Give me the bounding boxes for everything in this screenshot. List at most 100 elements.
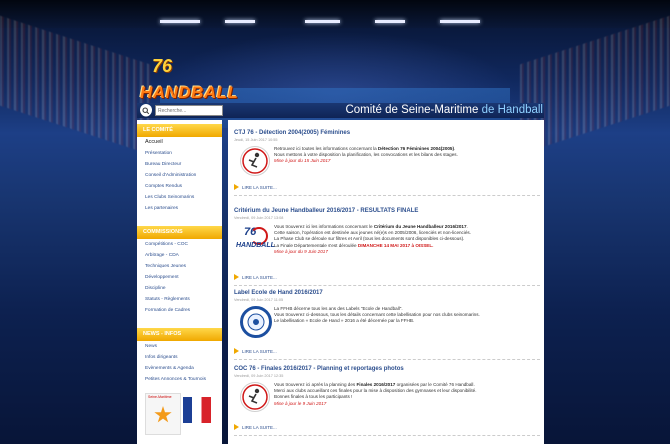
article-divider	[234, 195, 540, 196]
sidebar-item-bureau[interactable]: Bureau Directeur	[137, 159, 222, 170]
arrow-right-icon	[234, 274, 239, 280]
site-title-part: Comité	[345, 104, 382, 116]
label-ecole-badge	[240, 306, 272, 338]
sidebar-item-developpement[interactable]: Développement	[137, 272, 222, 283]
arrow-right-icon	[234, 184, 239, 190]
article-text: Vous trouverez ici les informations conc…	[274, 224, 534, 255]
article-text-part: Vous trouverez ici les informations conc…	[274, 224, 374, 229]
read-more-link[interactable]: LIRE LA SUITE...	[234, 424, 540, 430]
seine-maritime-logo[interactable]: Seine-Maritime	[145, 393, 181, 435]
article-text-part: Nous mettons à votre disposition la plan…	[274, 152, 458, 158]
read-more-label: LIRE LA SUITE...	[242, 424, 277, 430]
sidebar-item-infos[interactable]: Infos dirigeants	[137, 352, 222, 363]
arrow-right-icon	[234, 424, 239, 430]
stadium-light	[440, 20, 480, 23]
sidebar-item-discipline[interactable]: Discipline	[137, 283, 222, 294]
article-date: Vendredi, 09 Juin 2017 13:08	[234, 216, 284, 220]
sidebar-item-statuts[interactable]: Statuts - Règlements	[137, 294, 222, 305]
article-title[interactable]: CTJ 76 - Détection 2004(2005) Féminines	[234, 130, 540, 136]
sidebar-heading: NEWS - INFOS	[137, 328, 222, 341]
news-article: Label Ecole de Hand 2016/2017 Vendredi, …	[234, 290, 540, 360]
sidebar-item-presentation[interactable]: Présentation	[137, 148, 222, 159]
article-text: La FFHB décerne tous les ans des Labels …	[274, 306, 534, 325]
sidebar-item-coc[interactable]: Compétitions - COC	[137, 239, 222, 250]
sidebar-item-news[interactable]: News	[137, 341, 222, 352]
sidebar-item-annonces[interactable]: Petites Annonces & Tournois	[137, 374, 222, 385]
main-content: CTJ 76 - Détection 2004(2005) Féminines …	[228, 120, 544, 444]
arrow-right-icon	[234, 348, 239, 354]
article-text-red: DIMANCHE 14 MAI 2017 à OISSEL.	[357, 242, 434, 248]
article-divider	[234, 435, 540, 436]
article-text: Vous trouverez ici après la planning des…	[274, 382, 534, 407]
article-title[interactable]: Critérium du Jeune Handballeur 2016/2017…	[234, 208, 540, 214]
article-date: Vendredi, 09 Juin 2017 12:35	[234, 374, 284, 378]
sidebar-item-partenaires[interactable]: Les partenaires	[137, 203, 222, 214]
article-divider	[234, 285, 540, 286]
article-update: Mise à jour du 9 Juin 2017	[274, 248, 328, 254]
read-more-link[interactable]: LIRE LA SUITE...	[234, 274, 540, 280]
news-article: CTJ 76 - Détection 2004(2005) Féminines …	[234, 130, 540, 196]
article-text-part: La Finale Départementale s'est déroulée	[274, 242, 358, 248]
republique-francaise-logo[interactable]	[183, 397, 211, 423]
stadium-light	[160, 20, 200, 23]
news-article: COC 76 - Finales 2016/2017 - Planning et…	[234, 366, 540, 436]
stadium-light	[225, 20, 255, 23]
sidebar-item-cda[interactable]: Arbitrage - CDA	[137, 250, 222, 261]
article-text-part: Vous trouverez ci-dessous, tous les déta…	[274, 312, 480, 318]
search-input[interactable]	[155, 105, 223, 116]
article-text-part: La FFHB décerne tous les ans des Labels …	[274, 306, 403, 311]
article-text-bold: Finales 2016/2017	[356, 382, 396, 387]
site-title: Comité de Seine-Maritime de Handball	[345, 104, 543, 116]
seine-maritime-caption: Seine-Maritime	[148, 395, 172, 399]
article-text-bold: Critérium du Jeune Handballeur 2016/2017	[373, 224, 467, 229]
sidebar-item-techniques[interactable]: Techniques Jeunes	[137, 261, 222, 272]
stadium-light	[375, 20, 405, 23]
article-divider	[234, 359, 540, 360]
stadium-light	[305, 20, 340, 23]
read-more-link[interactable]: LIRE LA SUITE...	[234, 348, 540, 354]
article-date: Vendredi, 09 Juin 2017 11:05	[234, 298, 284, 302]
article-thumbnail	[240, 382, 270, 412]
handball-76-logo: 76 HANDBALL	[236, 224, 275, 254]
news-article: Critérium du Jeune Handballeur 2016/2017…	[234, 208, 540, 286]
sidebar-heading: COMMISSIONS	[137, 226, 222, 239]
article-date: Jeudi, 15 Juin 2017 10:55	[234, 138, 278, 142]
article-text-part: Le labellisation « Ecole de Hand » 2016 …	[274, 318, 415, 324]
article-text-bold: Détection 76 Féminines 2004(2005)	[377, 146, 455, 151]
sidebar-item-evenements[interactable]: Evènements & Agenda	[137, 363, 222, 374]
article-update: Mise à jour du 15 Juin 2017	[274, 158, 331, 164]
sidebar: LE COMITÉ Accueil Présentation Bureau Di…	[137, 120, 222, 444]
arena-roof	[0, 0, 670, 28]
site-title-highlight: de Handball	[481, 104, 543, 116]
search-icon[interactable]	[140, 104, 152, 117]
article-body: 76 HANDBALL Vous trouverez ici les infor…	[234, 224, 540, 274]
sidebar-item-conseil[interactable]: Conseil d'Administration	[137, 170, 222, 181]
logo-number[interactable]: 76	[152, 56, 172, 77]
article-body: Vous trouverez ici après la planning des…	[234, 382, 540, 424]
read-more-link[interactable]: LIRE LA SUITE...	[234, 184, 540, 190]
read-more-label: LIRE LA SUITE...	[242, 274, 277, 280]
article-text-part: Merci aux clubs accueillant ces finales …	[274, 388, 477, 394]
sidebar-item-clubs[interactable]: Les Clubs Seinomarins	[137, 192, 222, 203]
sidebar-item-comptes-rendus[interactable]: Comptes Rendus	[137, 181, 222, 192]
star-icon	[154, 406, 172, 423]
sidebar-item-formation[interactable]: Formation de Cadres	[137, 305, 222, 316]
read-more-label: LIRE LA SUITE...	[242, 348, 277, 354]
logo-word-small: HANDBALL	[236, 242, 275, 249]
article-text: Retrouvez ici toutes les informations co…	[274, 146, 534, 165]
partner-logos: Seine-Maritime	[145, 393, 213, 435]
read-more-label: LIRE LA SUITE...	[242, 184, 277, 190]
article-update: Mise à jour le 9 Juin 2017	[274, 400, 327, 406]
article-title[interactable]: COC 76 - Finales 2016/2017 - Planning et…	[234, 366, 540, 372]
article-text-part: Retrouvez ici toutes les informations co…	[274, 146, 378, 151]
article-text-part: .	[466, 224, 468, 229]
article-body: La FFHB décerne tous les ans des Labels …	[234, 306, 540, 348]
sidebar-item-accueil[interactable]: Accueil	[137, 137, 222, 148]
logo-text[interactable]: HANDBALL	[140, 83, 238, 103]
article-title[interactable]: Label Ecole de Hand 2016/2017	[234, 290, 540, 296]
sidebar-heading: LE COMITÉ	[137, 124, 222, 137]
article-thumbnail	[240, 146, 270, 176]
article-body: Retrouvez ici toutes les informations co…	[234, 146, 540, 184]
article-text-part: La Phase Club se déroule sur filtres et …	[274, 236, 465, 242]
article-text-part: Bonnes finales à tous les participants !	[274, 394, 353, 400]
